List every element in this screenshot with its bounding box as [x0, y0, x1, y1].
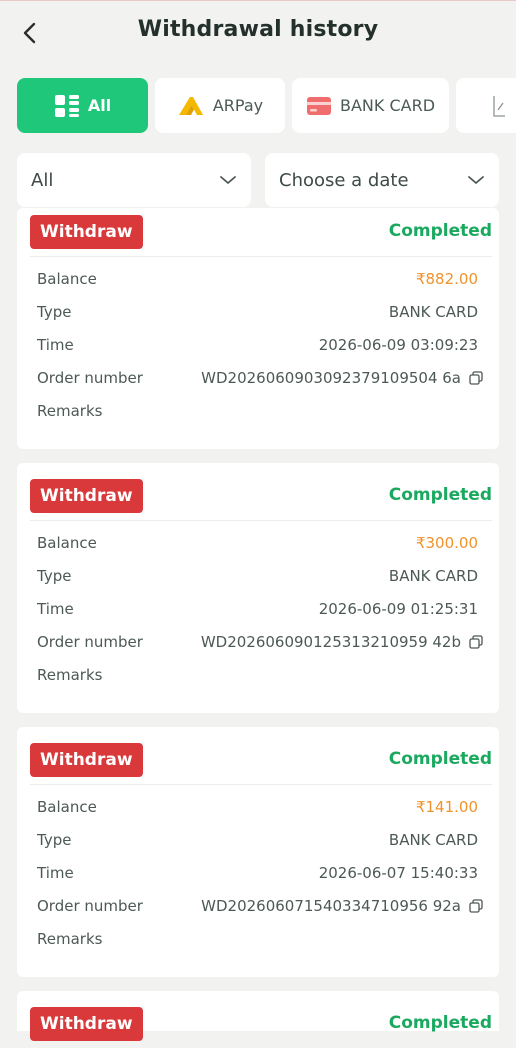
type-badge: Withdraw	[30, 215, 143, 249]
order-number-wrap: WD202606090125313210959 42b	[201, 633, 483, 651]
payment-method-tabs: All ARPay BANK CARD	[0, 78, 516, 134]
time-value: 2026-06-07 15:40:33	[318, 864, 478, 882]
divider	[30, 520, 492, 521]
tab-arpay[interactable]: ARPay	[155, 78, 285, 133]
record-header: Withdraw Completed	[17, 208, 499, 256]
balance-row: Balance ₹141.00	[37, 798, 478, 818]
order-number-row: Order number WD2026060903092379109504 6a	[37, 369, 483, 389]
tab-more[interactable]	[456, 78, 516, 133]
time-label: Time	[37, 336, 74, 354]
chevron-down-icon	[468, 176, 484, 184]
chevron-down-icon	[220, 176, 236, 184]
bank-card-icon	[306, 96, 331, 115]
copy-icon[interactable]	[469, 899, 483, 913]
time-label: Time	[37, 600, 74, 618]
status-filter-value: All	[31, 169, 54, 191]
order-number-row: Order number WD202606071540334710956 92a	[37, 897, 483, 917]
type-badge: Withdraw	[30, 1007, 143, 1041]
record-header: Withdraw Completed	[17, 736, 499, 784]
balance-value: ₹300.00	[415, 534, 478, 552]
order-number-label: Order number	[37, 897, 143, 915]
balance-label: Balance	[37, 270, 97, 288]
type-badge: Withdraw	[30, 743, 143, 777]
remarks-label: Remarks	[37, 666, 103, 684]
remarks-row: Remarks	[37, 666, 478, 686]
status-text: Completed	[388, 749, 492, 769]
order-number-row: Order number WD202606090125313210959 42b	[37, 633, 483, 653]
balance-value: ₹141.00	[415, 798, 478, 816]
status-text: Completed	[388, 485, 492, 505]
divider	[30, 256, 492, 257]
withdrawal-record[interactable]: Withdraw Completed	[17, 991, 499, 1041]
type-value: BANK CARD	[388, 567, 478, 585]
time-value: 2026-06-09 01:25:31	[318, 600, 478, 618]
date-filter-dropdown[interactable]: Choose a date	[265, 153, 499, 207]
status-text: Completed	[388, 1013, 492, 1033]
withdrawal-record[interactable]: Withdraw Completed Balance ₹141.00 Type …	[17, 727, 499, 977]
record-header: Withdraw Completed	[17, 472, 499, 520]
tab-bank-card-label: BANK CARD	[339, 96, 436, 115]
wallet-icon	[493, 95, 505, 117]
remarks-row: Remarks	[37, 930, 478, 950]
order-number-label: Order number	[37, 369, 143, 387]
order-number-wrap: WD202606071540334710956 92a	[201, 897, 483, 915]
time-value: 2026-06-09 03:09:23	[318, 336, 478, 354]
status-filter-dropdown[interactable]: All	[17, 153, 251, 207]
tab-all-label: All	[87, 96, 112, 115]
status-text: Completed	[388, 221, 492, 241]
balance-row: Balance ₹882.00	[37, 270, 478, 290]
balance-label: Balance	[37, 798, 97, 816]
tab-all[interactable]: All	[17, 78, 148, 133]
order-number-value: WD2026060903092379109504 6a	[201, 369, 461, 387]
arpay-logo-icon	[178, 96, 203, 115]
tab-arpay-label: ARPay	[212, 96, 264, 115]
copy-icon[interactable]	[469, 371, 483, 385]
order-number-value: WD202606090125313210959 42b	[200, 633, 461, 651]
type-value: BANK CARD	[388, 303, 478, 321]
record-header: Withdraw Completed	[17, 1000, 499, 1048]
balance-value: ₹882.00	[415, 270, 478, 288]
date-filter-placeholder: Choose a date	[279, 169, 409, 191]
balance-row: Balance ₹300.00	[37, 534, 478, 554]
remarks-label: Remarks	[37, 930, 103, 948]
grid-icon	[54, 94, 79, 117]
type-row: Type BANK CARD	[37, 303, 478, 323]
tab-bank-card[interactable]: BANK CARD	[292, 78, 449, 133]
copy-icon[interactable]	[469, 635, 483, 649]
time-row: Time 2026-06-09 03:09:23	[37, 336, 478, 356]
time-row: Time 2026-06-07 15:40:33	[37, 864, 478, 884]
type-row: Type BANK CARD	[37, 831, 478, 851]
remarks-label: Remarks	[37, 402, 103, 420]
type-badge: Withdraw	[30, 479, 143, 513]
time-label: Time	[37, 864, 74, 882]
type-label: Type	[37, 567, 72, 585]
order-number-value: WD202606071540334710956 92a	[201, 897, 461, 915]
divider	[30, 784, 492, 785]
remarks-row: Remarks	[37, 402, 478, 422]
order-number-wrap: WD2026060903092379109504 6a	[201, 369, 483, 387]
order-number-label: Order number	[37, 633, 143, 651]
type-row: Type BANK CARD	[37, 567, 478, 587]
header: Withdrawal history	[0, 0, 516, 64]
type-value: BANK CARD	[388, 831, 478, 849]
withdrawal-record[interactable]: Withdraw Completed Balance ₹882.00 Type …	[17, 208, 499, 449]
time-row: Time 2026-06-09 01:25:31	[37, 600, 478, 620]
type-label: Type	[37, 831, 72, 849]
type-label: Type	[37, 303, 72, 321]
balance-label: Balance	[37, 534, 97, 552]
page-title: Withdrawal history	[137, 17, 379, 42]
withdrawal-record[interactable]: Withdraw Completed Balance ₹300.00 Type …	[17, 463, 499, 713]
